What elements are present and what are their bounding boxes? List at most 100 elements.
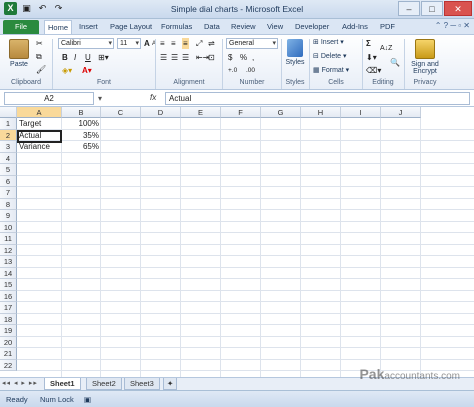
row-header-4[interactable]: 4: [0, 152, 17, 164]
tab-page-layout[interactable]: Page Layout: [107, 20, 155, 34]
tab-file[interactable]: File: [3, 20, 39, 34]
row-header-18[interactable]: 18: [0, 313, 17, 325]
help-icon[interactable]: ⌃ ? ─ ▫ ✕: [435, 21, 470, 30]
row-header-7[interactable]: 7: [0, 187, 17, 199]
select-all-corner[interactable]: [0, 107, 17, 118]
row-header-20[interactable]: 20: [0, 336, 17, 348]
row-header-22[interactable]: 22: [0, 359, 17, 371]
row-header-2[interactable]: 2: [0, 129, 17, 141]
tab-review[interactable]: Review: [228, 20, 259, 34]
cell-b1[interactable]: 100%: [62, 118, 101, 130]
row-header-10[interactable]: 10: [0, 221, 17, 233]
format-painter-icon[interactable]: 🖌: [36, 64, 46, 75]
maximize-icon[interactable]: □: [421, 1, 443, 16]
comma-button[interactable]: ,: [252, 52, 254, 63]
currency-button[interactable]: $: [228, 52, 232, 63]
row-header-16[interactable]: 16: [0, 290, 17, 302]
align-bottom-icon[interactable]: ≡: [182, 38, 189, 49]
column-header-h[interactable]: H: [301, 107, 341, 118]
cell-b3[interactable]: 65%: [62, 141, 101, 153]
paste-button[interactable]: Paste: [5, 39, 33, 68]
tab-add-ins[interactable]: Add-Ins: [339, 20, 371, 34]
column-header-i[interactable]: I: [341, 107, 381, 118]
align-top-icon[interactable]: ≡: [160, 38, 165, 49]
tab-home[interactable]: Home: [44, 20, 73, 34]
row-header-14[interactable]: 14: [0, 267, 17, 279]
column-header-b[interactable]: B: [62, 107, 101, 118]
find-select-icon[interactable]: 🔍: [390, 57, 400, 68]
increase-decimal-button[interactable]: +.0: [228, 65, 237, 76]
font-color-icon[interactable]: A▾: [82, 65, 92, 76]
sheet-tab-sheet2[interactable]: Sheet2: [86, 378, 122, 390]
row-header-1[interactable]: 1: [0, 118, 17, 130]
row-header-19[interactable]: 19: [0, 325, 17, 337]
row-header-15[interactable]: 15: [0, 279, 17, 291]
format-cells-button[interactable]: ▦ Format ▾: [313, 66, 349, 76]
new-sheet-icon[interactable]: ✦: [163, 378, 178, 390]
bold-button[interactable]: B: [62, 52, 68, 63]
cut-icon[interactable]: ✂: [36, 38, 43, 49]
tab-pdf[interactable]: PDF: [377, 20, 398, 34]
clear-icon[interactable]: ⌫▾: [366, 65, 381, 76]
delete-cells-button[interactable]: ⊟ Delete ▾: [313, 52, 347, 62]
font-name-select[interactable]: Calibri: [58, 38, 114, 49]
row-header-17[interactable]: 17: [0, 302, 17, 314]
worksheet-grid[interactable]: A B C D E F G H I J 1 2 3 4 5 6 7 8 9 10 11 12 13 14 15 16 17 18 19 2…: [0, 107, 474, 377]
borders-icon[interactable]: ⊞▾: [98, 52, 109, 63]
row-header-13[interactable]: 13: [0, 256, 17, 268]
cell-a1[interactable]: Target: [17, 118, 62, 130]
tab-view[interactable]: View: [264, 20, 286, 34]
tab-data[interactable]: Data: [201, 20, 223, 34]
sign-encrypt-button[interactable]: Sign and Encrypt: [407, 39, 443, 75]
align-right-icon[interactable]: ☰: [182, 52, 189, 63]
row-header-6[interactable]: 6: [0, 175, 17, 187]
name-box[interactable]: A2: [4, 92, 94, 105]
row-header-3[interactable]: 3: [0, 141, 17, 153]
row-header-12[interactable]: 12: [0, 244, 17, 256]
column-header-a[interactable]: A: [17, 107, 62, 118]
sheet-nav-icon[interactable]: ◂◂ ◂ ▸ ▸▸: [2, 379, 38, 387]
row-header-21[interactable]: 21: [0, 348, 17, 360]
underline-button[interactable]: U: [85, 52, 91, 63]
number-format-select[interactable]: General: [226, 38, 278, 49]
decrease-decimal-button[interactable]: .00: [246, 65, 255, 76]
macro-record-icon[interactable]: ▣: [84, 395, 91, 404]
autosum-button[interactable]: Σ: [366, 38, 371, 49]
copy-icon[interactable]: ⧉: [36, 51, 42, 62]
minimize-icon[interactable]: –: [398, 1, 420, 16]
fill-icon[interactable]: ⬇▾: [366, 52, 377, 63]
close-icon[interactable]: ✕: [444, 1, 472, 16]
column-header-e[interactable]: E: [181, 107, 221, 118]
row-header-9[interactable]: 9: [0, 210, 17, 222]
insert-function-icon[interactable]: fx: [150, 93, 156, 102]
align-center-icon[interactable]: ☰: [171, 52, 178, 63]
grow-font-button[interactable]: A: [144, 38, 150, 49]
sheet-tab-sheet1[interactable]: Sheet1: [44, 378, 81, 390]
tab-developer[interactable]: Developer: [292, 20, 332, 34]
namebox-dropdown-icon[interactable]: ▾: [98, 93, 102, 104]
fill-color-icon[interactable]: ◈▾: [62, 65, 72, 76]
merge-icon[interactable]: ⊡: [208, 52, 215, 63]
orientation-icon[interactable]: ⤢: [196, 38, 202, 49]
font-size-select[interactable]: 11: [117, 38, 141, 49]
sort-filter-button[interactable]: A↓Z: [380, 43, 392, 54]
column-header-j[interactable]: J: [381, 107, 421, 118]
wrap-text-icon[interactable]: ⇌: [208, 38, 215, 49]
column-header-g[interactable]: G: [261, 107, 301, 118]
row-header-8[interactable]: 8: [0, 198, 17, 210]
tab-formulas[interactable]: Formulas: [158, 20, 195, 34]
row-header-5[interactable]: 5: [0, 164, 17, 176]
column-header-c[interactable]: C: [101, 107, 141, 118]
align-middle-icon[interactable]: ≡: [171, 38, 176, 49]
cell-b2[interactable]: 35%: [62, 130, 101, 142]
row-header-11[interactable]: 11: [0, 233, 17, 245]
tab-insert[interactable]: Insert: [76, 20, 101, 34]
styles-button[interactable]: Styles: [284, 39, 306, 66]
align-left-icon[interactable]: ☰: [160, 52, 167, 63]
sheet-tab-sheet3[interactable]: Sheet3: [124, 378, 160, 390]
insert-cells-button[interactable]: ⊞ Insert ▾: [313, 38, 344, 48]
column-header-d[interactable]: D: [141, 107, 181, 118]
italic-button[interactable]: I: [74, 52, 76, 63]
formula-input[interactable]: Actual: [165, 92, 470, 105]
cell-a3[interactable]: Variance: [17, 141, 62, 153]
